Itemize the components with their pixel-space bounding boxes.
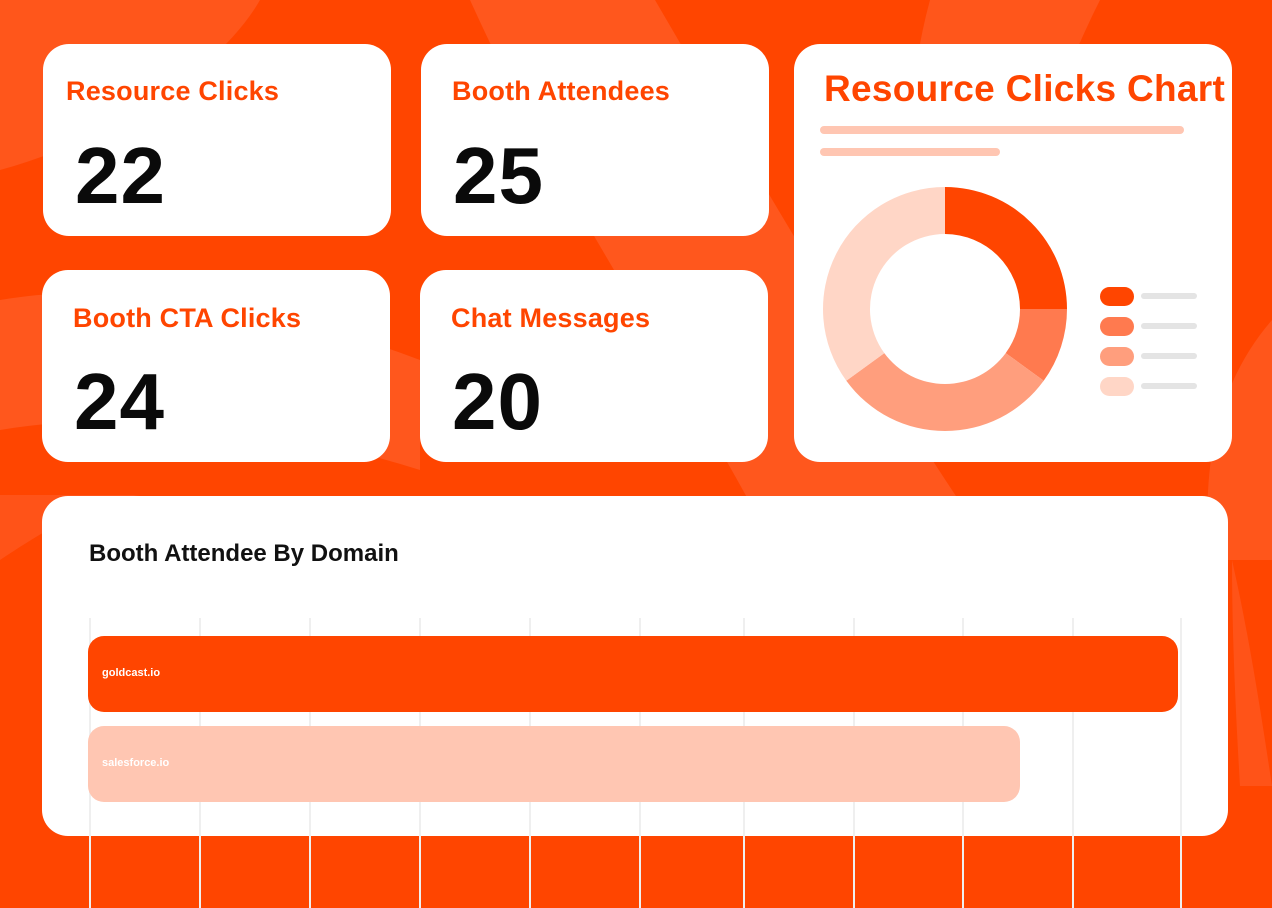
stat-value: 25 [453,131,544,220]
stat-card-booth-attendees: Booth Attendees 25 [421,44,769,236]
stat-label: Booth Attendees [452,76,670,106]
stat-card-booth-cta-clicks: Booth CTA Clicks 24 [42,270,390,462]
stat-label: Chat Messages [451,303,651,333]
resource-clicks-chart-card: Resource Clicks Chart [794,44,1232,462]
stat-card-resource-clicks: Resource Clicks 22 [43,44,391,236]
legend-swatch [1100,317,1134,336]
grid-line [1180,618,1182,908]
bar-chart-title: Booth Attendee By Domain [89,540,399,567]
stat-value: 22 [75,131,166,220]
stat-label: Booth CTA Clicks [73,303,302,333]
donut-chart [823,187,1067,431]
donut-slice [846,353,1044,431]
donut-slice [823,187,945,381]
stat-value: 24 [74,357,165,446]
legend-line [1141,353,1197,359]
stat-value: 20 [452,357,543,446]
stat-card-chat-messages: Chat Messages 20 [420,270,768,462]
booth-attendee-by-domain-card: Booth Attendee By Domain goldcast.io sal… [42,496,1228,908]
legend-swatch [1100,347,1134,366]
legend-line [1141,323,1197,329]
bar-salesforce: salesforce.io [88,726,1020,802]
legend-line [1141,293,1197,299]
bar-label: salesforce.io [102,757,170,769]
bar-goldcast: goldcast.io [88,636,1178,712]
legend-line [1141,383,1197,389]
bar-label: goldcast.io [102,667,161,679]
stat-label: Resource Clicks [66,76,280,106]
legend-swatch [1100,287,1134,306]
donut-slice [945,187,1067,309]
legend-swatch [1100,377,1134,396]
